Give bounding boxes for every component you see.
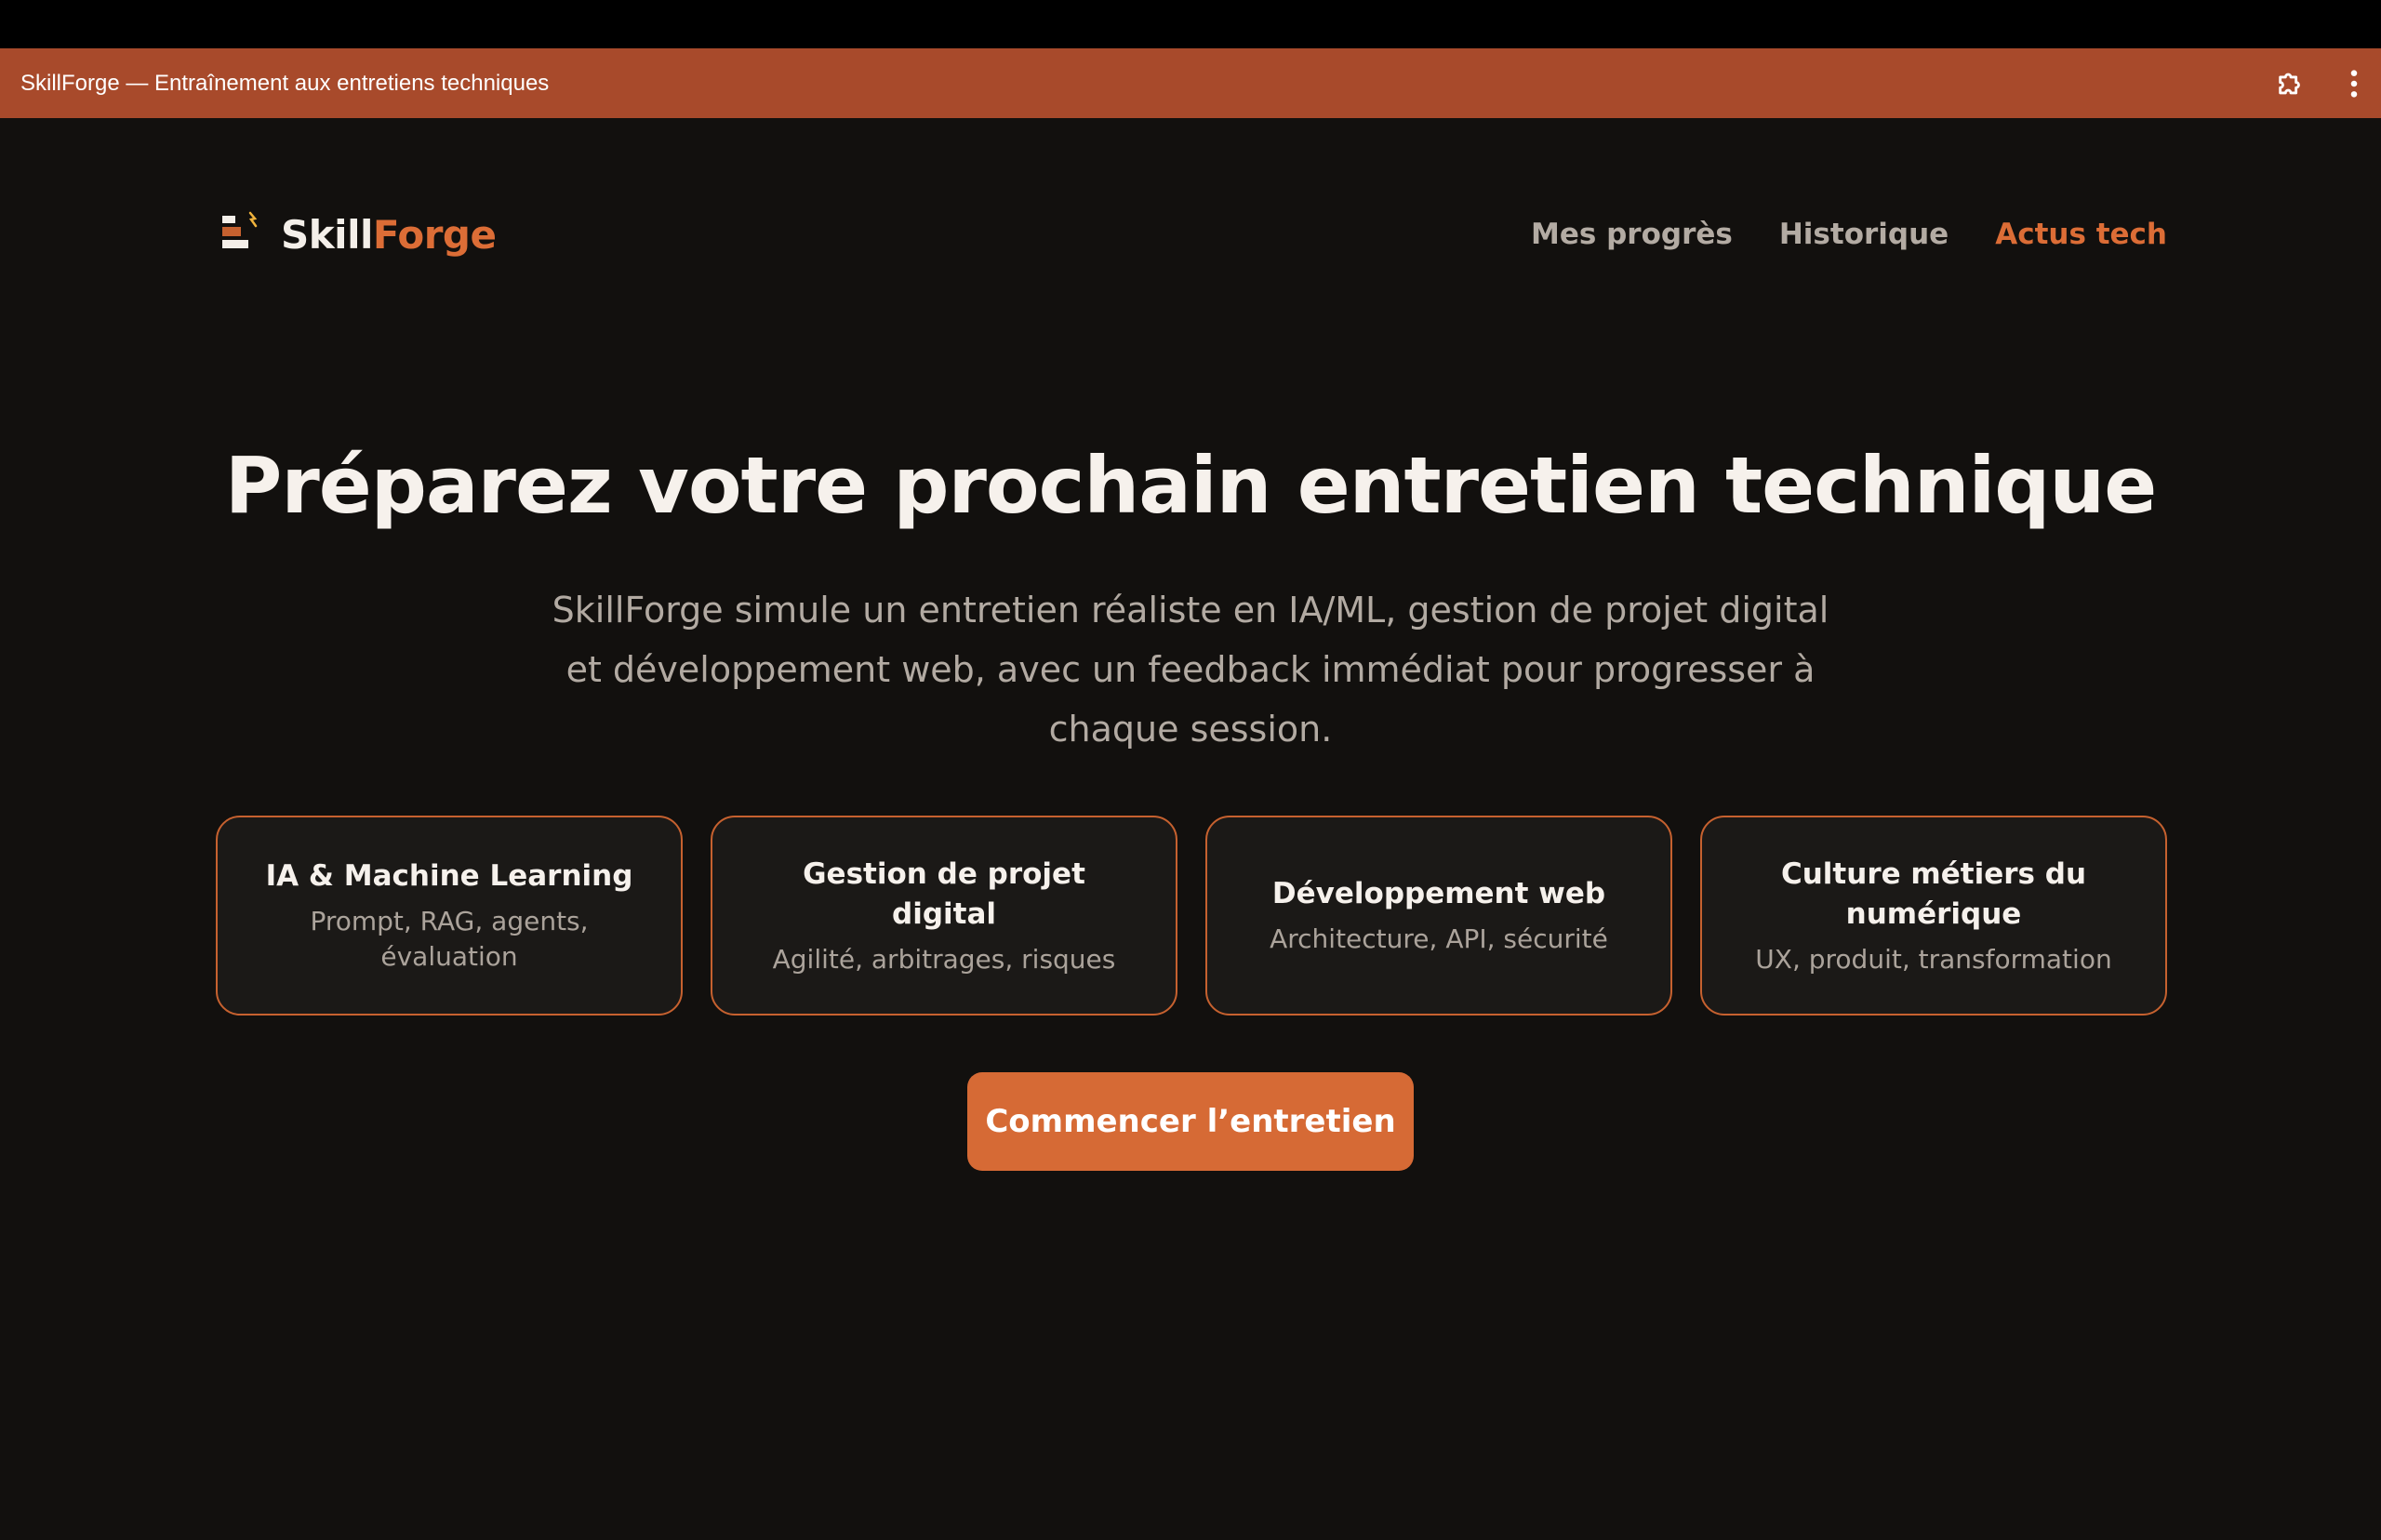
logo-link[interactable]: SkillForge xyxy=(216,210,497,259)
topic-card-description: Agilité, arbitrages, risques xyxy=(772,943,1116,975)
topic-card-title: Développement web xyxy=(1271,877,1606,910)
topic-card-web-development[interactable]: Développement web Architecture, API, séc… xyxy=(1205,816,1672,1016)
topic-card-project-management[interactable]: Gestion de projet digital Agilité, arbit… xyxy=(711,816,1177,1016)
page-title: Préparez votre prochain entretien techni… xyxy=(224,440,2157,531)
site-header: SkillForge Mes progrès Historique Actus … xyxy=(216,206,2167,262)
nav-link-tech-news[interactable]: Actus tech xyxy=(1995,218,2167,251)
topic-card-title: Culture métiers du numérique xyxy=(1780,856,2087,931)
start-interview-button[interactable]: Commencer l’entretien xyxy=(967,1072,1414,1171)
nav-link-history[interactable]: Historique xyxy=(1779,218,1949,251)
topic-card-title: Gestion de projet digital xyxy=(803,856,1085,931)
main-nav: Mes progrès Historique Actus tech xyxy=(1531,218,2167,251)
topic-card-description: Prompt, RAG, agents, évaluation xyxy=(310,906,589,972)
window-title: SkillForge — Entraînement aux entretiens… xyxy=(20,70,550,96)
hero-subtitle: SkillForge simule un entretien réaliste … xyxy=(552,590,1829,750)
app-page: SkillForge Mes progrès Historique Actus … xyxy=(0,118,2381,1540)
topic-cards: IA & Machine Learning Prompt, RAG, agent… xyxy=(216,816,2167,1016)
topic-card-description: Architecture, API, sécurité xyxy=(1270,923,1608,954)
topic-card-description: UX, produit, transformation xyxy=(1755,943,2112,975)
topic-card-digital-culture[interactable]: Culture métiers du numérique UX, produit… xyxy=(1700,816,2167,1016)
brand-name-skill: Skill xyxy=(281,211,373,258)
nav-link-progress[interactable]: Mes progrès xyxy=(1531,218,1733,251)
extension-icon[interactable] xyxy=(2275,68,2307,100)
screen-top-bezel xyxy=(0,0,2381,48)
topic-card-ia-ml[interactable]: IA & Machine Learning Prompt, RAG, agent… xyxy=(216,816,683,1016)
titlebar-actions xyxy=(2275,68,2361,100)
brand-name-forge: Forge xyxy=(372,211,497,258)
topic-card-title: IA & Machine Learning xyxy=(265,859,633,893)
forge-logo-icon xyxy=(216,210,260,259)
brand-name: SkillForge xyxy=(281,211,497,258)
window-titlebar: SkillForge — Entraînement aux entretiens… xyxy=(0,48,2381,118)
more-vertical-icon[interactable] xyxy=(2349,68,2359,100)
